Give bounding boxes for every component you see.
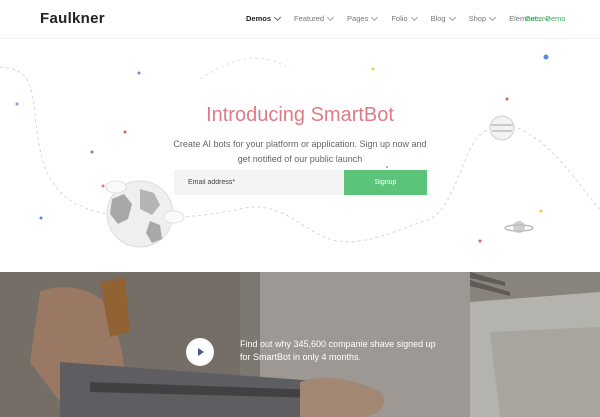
hero-subtitle: Create AI bots for your platform or appl… <box>173 139 427 164</box>
video-caption: Find out why 345,600 companie shave sign… <box>240 339 436 362</box>
site-header: Faulkner Demos Featured Pages Folio Blog… <box>0 0 600 39</box>
chevron-down-icon <box>273 13 282 21</box>
nav-item-featured[interactable]: Featured <box>294 13 335 23</box>
hero-section: Introducing SmartBot Create AI bots for … <box>0 39 600 272</box>
logo[interactable]: Faulkner <box>40 10 105 27</box>
get-demo-link[interactable]: Get a Demo <box>525 14 565 23</box>
chevron-down-icon <box>489 13 497 21</box>
nav-label: Shop <box>468 14 487 23</box>
video-section: Find out why 345,600 companie shave sign… <box>0 272 600 417</box>
nav-label: Blog <box>430 14 446 23</box>
email-input[interactable] <box>174 170 344 195</box>
signup-button[interactable]: Signup <box>344 170 427 195</box>
play-icon <box>198 348 204 356</box>
signup-form: Signup <box>174 170 427 195</box>
nav-item-blog[interactable]: Blog <box>430 13 456 23</box>
ringed-planet-icon <box>504 221 534 233</box>
nav-item-shop[interactable]: Shop <box>468 13 497 23</box>
globe-icon <box>105 180 185 248</box>
hero-title: Introducing SmartBot <box>206 104 394 127</box>
nav-item-demos[interactable]: Demos <box>246 13 282 23</box>
main-nav: Demos Featured Pages Folio Blog Shop Ele… <box>246 13 563 23</box>
nav-label: Pages <box>347 14 369 23</box>
nav-label: Featured <box>294 14 325 23</box>
nav-label: Demos <box>246 14 272 23</box>
nav-item-folio[interactable]: Folio <box>391 13 418 23</box>
nav-label: Folio <box>391 14 408 23</box>
chevron-down-icon <box>327 13 335 21</box>
chevron-down-icon <box>410 13 418 21</box>
nav-item-pages[interactable]: Pages <box>347 13 379 23</box>
chevron-down-icon <box>371 13 379 21</box>
play-button[interactable] <box>186 338 214 366</box>
chevron-down-icon <box>448 13 456 21</box>
